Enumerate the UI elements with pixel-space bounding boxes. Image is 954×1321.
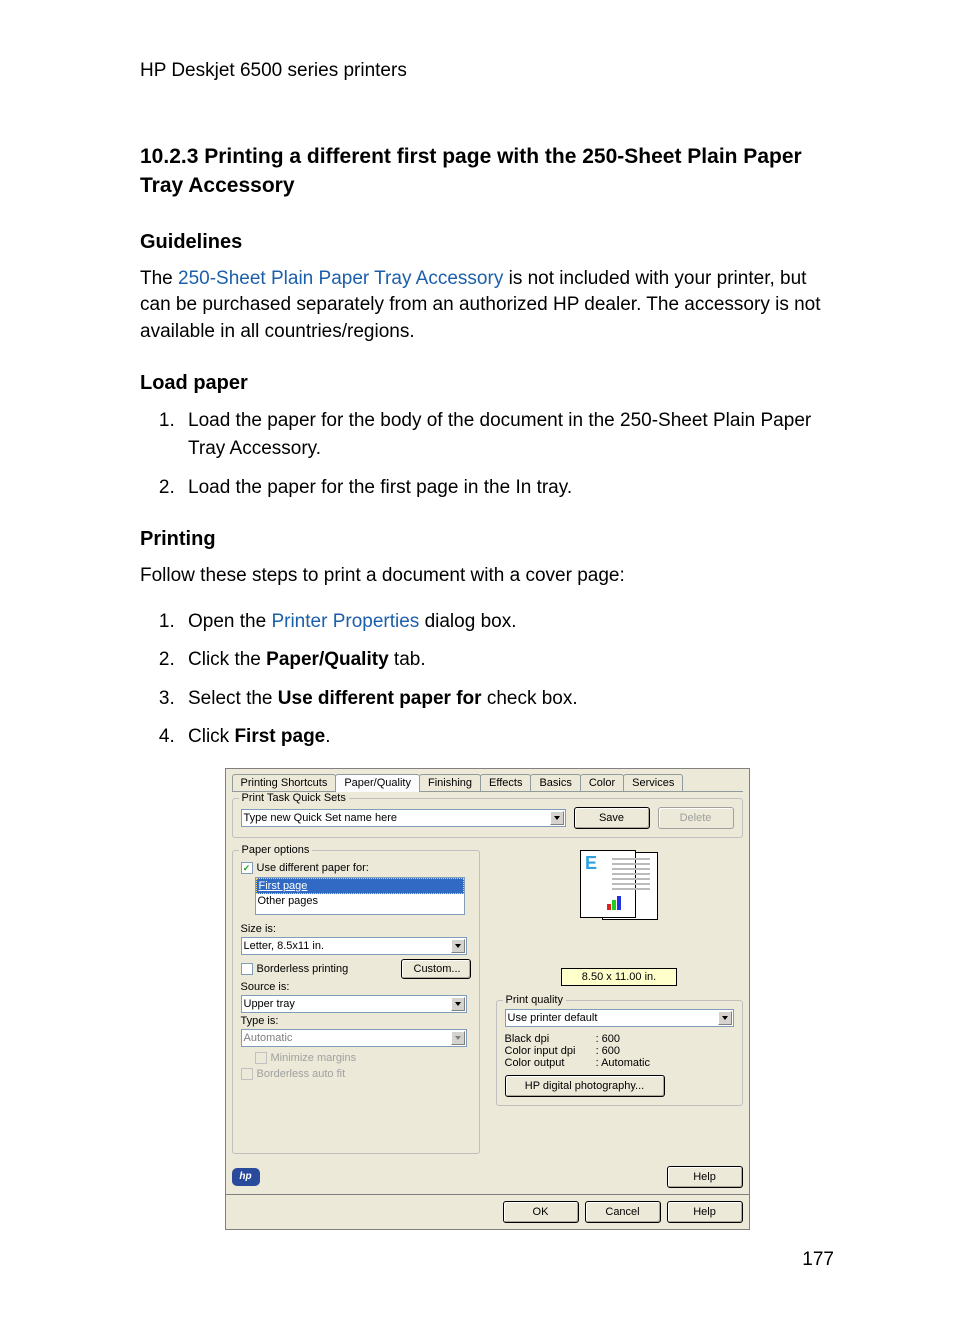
printing-steps-list: Open the Printer Properties dialog box. … bbox=[140, 608, 834, 752]
delete-button: Delete bbox=[658, 807, 734, 829]
chevron-down-icon bbox=[451, 997, 465, 1011]
print-quality-group: Print quality Use printer default Black … bbox=[496, 1000, 743, 1106]
hp-digital-photography-button[interactable]: HP digital photography... bbox=[505, 1075, 665, 1097]
color-input-dpi-row: Color input dpi : 600 bbox=[505, 1045, 734, 1057]
list-item: Load the paper for the body of the docum… bbox=[180, 407, 834, 464]
checkbox-icon bbox=[241, 1068, 253, 1080]
list-item: Click the Paper/Quality tab. bbox=[180, 646, 834, 675]
tab-services[interactable]: Services bbox=[623, 774, 683, 791]
text: check box. bbox=[482, 688, 578, 709]
preview-letter-icon: E bbox=[585, 853, 597, 874]
black-dpi-row: Black dpi : 600 bbox=[505, 1033, 734, 1045]
tray-accessory-link[interactable]: 250-Sheet Plain Paper Tray Accessory bbox=[178, 268, 503, 289]
page-preview: E bbox=[564, 850, 674, 920]
printer-properties-dialog: Printing Shortcuts Paper/Quality Finishi… bbox=[225, 768, 750, 1230]
guidelines-body: The 250-Sheet Plain Paper Tray Accessory… bbox=[140, 266, 834, 346]
text: Open the bbox=[188, 611, 271, 632]
borderless-label: Borderless printing bbox=[257, 962, 349, 976]
ok-button[interactable]: OK bbox=[503, 1201, 579, 1223]
text: . bbox=[325, 726, 330, 747]
paper-options-legend: Paper options bbox=[239, 844, 313, 856]
section-title: 10.2.3 Printing a different first page w… bbox=[140, 142, 834, 201]
bold: Use different paper for bbox=[278, 688, 482, 709]
source-label: Source is: bbox=[241, 981, 471, 993]
use-different-paper-checkbox[interactable]: Use different paper for: bbox=[241, 861, 471, 875]
text: Click the bbox=[188, 649, 266, 670]
product-header: HP Deskjet 6500 series printers bbox=[140, 60, 834, 82]
size-select[interactable]: Letter, 8.5x11 in. bbox=[241, 937, 467, 955]
help-inner-button[interactable]: Help bbox=[667, 1166, 743, 1188]
minimize-margins-checkbox: Minimize margins bbox=[255, 1051, 471, 1065]
tab-color[interactable]: Color bbox=[580, 774, 624, 791]
pages-listbox[interactable]: First page Other pages bbox=[255, 877, 465, 915]
text: Select the bbox=[188, 688, 278, 709]
borderless-printing-checkbox[interactable]: Borderless printing bbox=[241, 962, 393, 976]
page-number: 177 bbox=[802, 1249, 834, 1271]
paper-options-group: Paper options Use different paper for: F… bbox=[232, 850, 480, 1154]
save-button[interactable]: Save bbox=[574, 807, 650, 829]
preview-chart-icon bbox=[607, 896, 621, 910]
list-item: Select the Use different paper for check… bbox=[180, 685, 834, 714]
checkbox-icon bbox=[241, 963, 253, 975]
tab-strip: Printing Shortcuts Paper/Quality Finishi… bbox=[232, 773, 743, 792]
page-item-first[interactable]: First page bbox=[256, 878, 464, 894]
source-value: Upper tray bbox=[244, 998, 295, 1010]
print-quality-legend: Print quality bbox=[503, 994, 566, 1006]
chevron-down-icon bbox=[718, 1011, 732, 1025]
quicksets-group: Print Task Quick Sets Type new Quick Set… bbox=[232, 798, 743, 838]
hp-logo-icon: hp bbox=[232, 1168, 260, 1186]
checkbox-icon bbox=[241, 862, 253, 874]
tab-basics[interactable]: Basics bbox=[530, 774, 580, 791]
type-label: Type is: bbox=[241, 1015, 471, 1027]
print-quality-value: Use printer default bbox=[508, 1012, 598, 1024]
tab-finishing[interactable]: Finishing bbox=[419, 774, 481, 791]
type-select[interactable]: Automatic bbox=[241, 1029, 467, 1047]
printing-heading: Printing bbox=[140, 528, 834, 551]
size-badge: 8.50 x 11.00 in. bbox=[561, 968, 677, 986]
printer-properties-link[interactable]: Printer Properties bbox=[271, 611, 419, 632]
source-select[interactable]: Upper tray bbox=[241, 995, 467, 1013]
size-label: Size is: bbox=[241, 923, 471, 935]
use-different-label: Use different paper for: bbox=[257, 861, 369, 875]
borderless-autofit-label: Borderless auto fit bbox=[257, 1067, 346, 1081]
color-output-row: Color output : Automatic bbox=[505, 1057, 734, 1069]
help-button[interactable]: Help bbox=[667, 1201, 743, 1223]
tab-effects[interactable]: Effects bbox=[480, 774, 531, 791]
list-item: Load the paper for the first page in the… bbox=[180, 474, 834, 503]
guidelines-heading: Guidelines bbox=[140, 231, 834, 254]
quicksets-legend: Print Task Quick Sets bbox=[239, 792, 349, 804]
list-item: Click First page. bbox=[180, 723, 834, 752]
list-item: Open the Printer Properties dialog box. bbox=[180, 608, 834, 637]
text: The bbox=[140, 268, 178, 289]
dialog-button-row: OK Cancel Help bbox=[225, 1195, 750, 1230]
cancel-button[interactable]: Cancel bbox=[585, 1201, 661, 1223]
custom-size-button[interactable]: Custom... bbox=[401, 959, 471, 979]
checkbox-icon bbox=[255, 1052, 267, 1064]
tab-paper-quality[interactable]: Paper/Quality bbox=[335, 774, 420, 792]
tab-printing-shortcuts[interactable]: Printing Shortcuts bbox=[232, 774, 337, 791]
print-quality-select[interactable]: Use printer default bbox=[505, 1009, 734, 1027]
load-paper-heading: Load paper bbox=[140, 372, 834, 395]
bold: First page bbox=[234, 726, 325, 747]
text: Click bbox=[188, 726, 234, 747]
text: tab. bbox=[389, 649, 426, 670]
type-value: Automatic bbox=[244, 1032, 293, 1044]
borderless-autofit-checkbox: Borderless auto fit bbox=[241, 1067, 471, 1081]
load-steps-list: Load the paper for the body of the docum… bbox=[140, 407, 834, 503]
chevron-down-icon bbox=[451, 939, 465, 953]
text: dialog box. bbox=[419, 611, 516, 632]
chevron-down-icon bbox=[550, 811, 564, 825]
minimize-label: Minimize margins bbox=[271, 1051, 357, 1065]
quickset-name-value: Type new Quick Set name here bbox=[244, 812, 397, 824]
chevron-down-icon bbox=[451, 1031, 465, 1045]
bold: Paper/Quality bbox=[266, 649, 389, 670]
size-value: Letter, 8.5x11 in. bbox=[244, 940, 325, 952]
quickset-name-combo[interactable]: Type new Quick Set name here bbox=[241, 809, 566, 827]
page-item-other[interactable]: Other pages bbox=[256, 894, 464, 908]
printing-intro: Follow these steps to print a document w… bbox=[140, 563, 834, 590]
